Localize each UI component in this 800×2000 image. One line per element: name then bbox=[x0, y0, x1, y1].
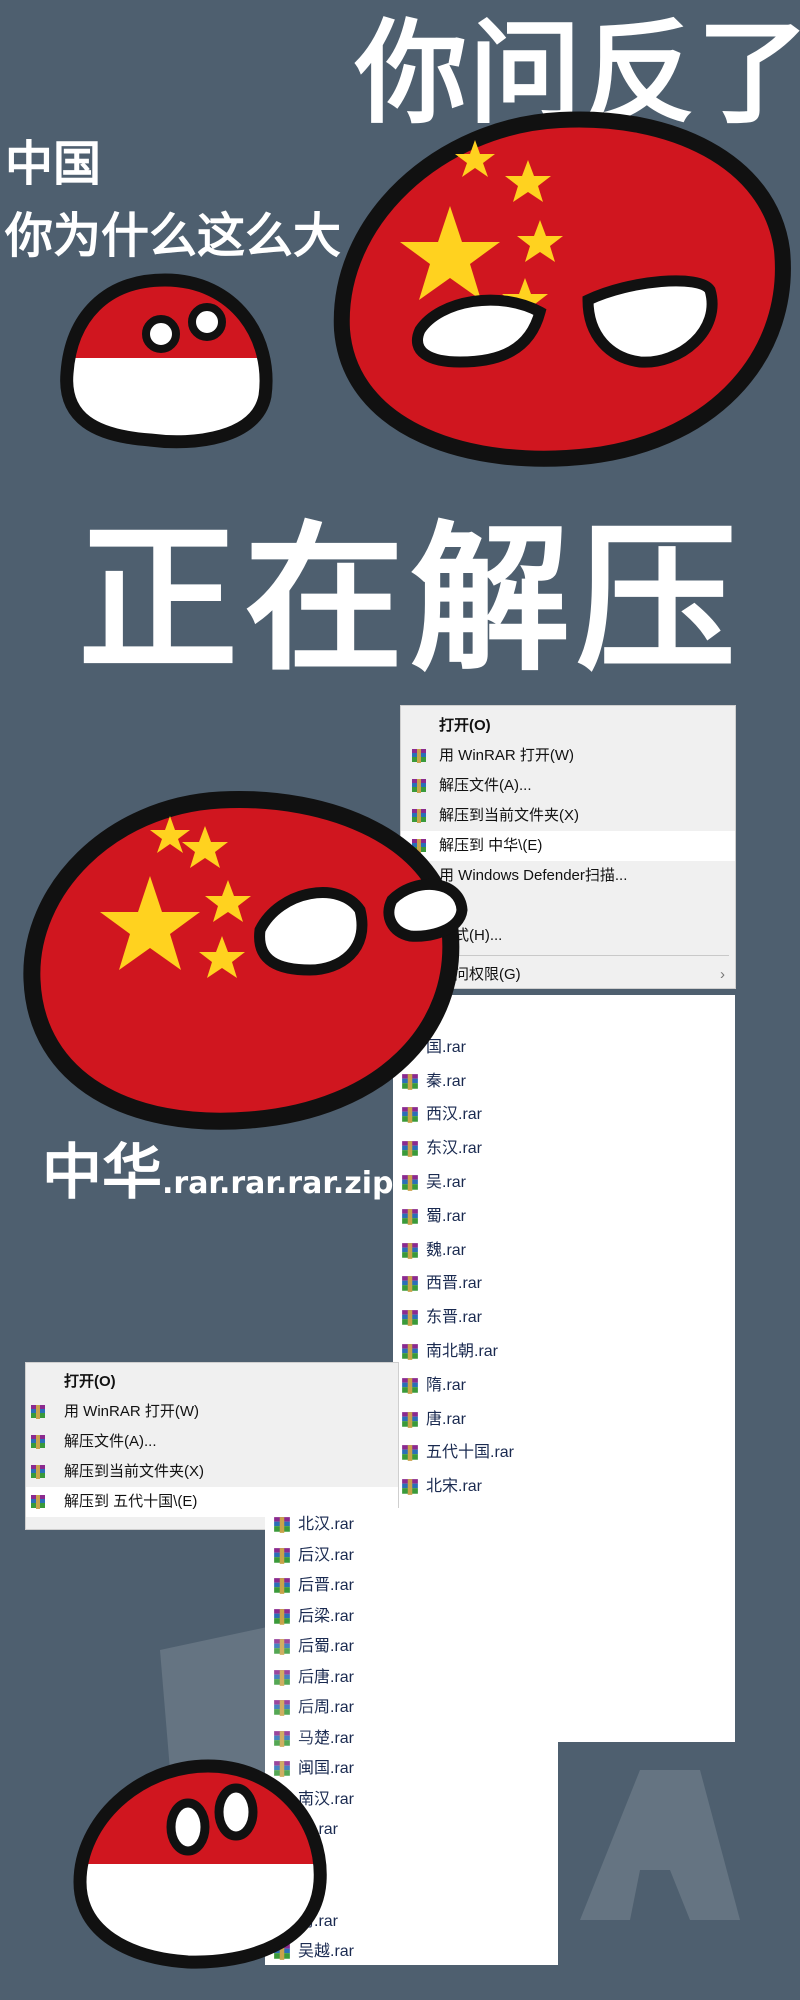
rar-file-item[interactable]: 西晋.rar bbox=[393, 1267, 735, 1301]
question-line-2: 你为什么这么大 bbox=[5, 208, 342, 264]
menu-open[interactable]: 打开(O) bbox=[26, 1367, 398, 1397]
rar-file-icon bbox=[402, 1479, 418, 1496]
menu-label: 打开(O) bbox=[64, 1373, 116, 1390]
ball-name-extension: .rar.rar.rar.zip bbox=[162, 1166, 394, 1201]
rar-file-item[interactable]: 吴.rar bbox=[393, 1166, 735, 1200]
extracting-banner: 正在解压 bbox=[78, 506, 743, 693]
rar-file-name: 五代十国.rar bbox=[426, 1444, 515, 1462]
rar-file-icon bbox=[402, 1276, 418, 1293]
menu-extract-files[interactable]: 解压文件(A)... bbox=[26, 1427, 398, 1457]
rar-file-icon bbox=[402, 1141, 418, 1158]
rar-file-name: 唐.rar bbox=[426, 1410, 467, 1428]
winrar-icon bbox=[31, 1435, 45, 1449]
small-ball-bottom bbox=[73, 1759, 327, 1969]
rar-file-icon bbox=[274, 1547, 290, 1564]
rar-file-icon bbox=[402, 1175, 418, 1191]
menu-label: 打开(O) bbox=[439, 717, 491, 734]
rar-file-item[interactable]: 蜀.rar bbox=[393, 1200, 735, 1234]
menu-label: 解压文件(A)... bbox=[64, 1433, 157, 1450]
menu-open[interactable]: 打开(O) bbox=[401, 711, 735, 741]
rar-file-icon bbox=[402, 1377, 418, 1394]
rar-file-icon bbox=[402, 1445, 418, 1462]
rar-file-name: 魏.rar bbox=[426, 1241, 467, 1259]
rar-file-item[interactable]: 南北朝.rar bbox=[393, 1335, 735, 1369]
menu-open-with-winrar[interactable]: 用 WinRAR 打开(W) bbox=[401, 741, 735, 771]
chevron-right-icon: › bbox=[720, 966, 725, 983]
menu-separator bbox=[437, 955, 729, 956]
menu-label: 解压到当前文件夹(X) bbox=[64, 1463, 204, 1480]
rar-file-name: 西晋.rar bbox=[426, 1275, 483, 1293]
watermark-text: .CN bbox=[360, 1871, 530, 1938]
rar-file-name: 隋.rar bbox=[426, 1376, 467, 1394]
rar-file-item[interactable]: 北宋.rar bbox=[393, 1470, 735, 1504]
small-ball-top bbox=[60, 273, 273, 449]
winrar-icon bbox=[412, 749, 426, 763]
rar-file-item[interactable]: 东晋.rar bbox=[393, 1301, 735, 1335]
rar-file-icon bbox=[402, 1344, 418, 1360]
menu-extract-here[interactable]: 解压到当前文件夹(X) bbox=[26, 1457, 398, 1487]
context-menu-wudai: 打开(O) 用 WinRAR 打开(W) 解压文件(A)... 解压到当前文件夹… bbox=[25, 1362, 399, 1530]
question-line-1: 中国 bbox=[5, 136, 102, 192]
menu-label: 用 WinRAR 打开(W) bbox=[439, 747, 574, 764]
rar-file-icon bbox=[402, 1310, 418, 1327]
rar-file-name: 东晋.rar bbox=[426, 1309, 483, 1327]
rar-file-icon bbox=[402, 1411, 418, 1428]
rar-file-name: 北汉.rar bbox=[298, 1516, 355, 1533]
ball-name-label: 中华.rar.rar.rar.zip bbox=[42, 1143, 393, 1203]
menu-label: 解压到 五代十国\(E) bbox=[64, 1493, 198, 1510]
menu-label: 用 WinRAR 打开(W) bbox=[64, 1403, 199, 1420]
rar-file-item[interactable]: 北汉.rar bbox=[265, 1510, 558, 1541]
menu-open-with-winrar[interactable]: 用 WinRAR 打开(W) bbox=[26, 1397, 398, 1427]
ball-name: 中华 bbox=[42, 1138, 162, 1208]
rar-file-item[interactable]: 后汉.rar bbox=[265, 1541, 558, 1572]
rar-file-item[interactable]: 隋.rar bbox=[393, 1369, 735, 1403]
rar-file-name: 南北朝.rar bbox=[426, 1342, 499, 1360]
winrar-icon bbox=[31, 1495, 45, 1509]
winrar-icon bbox=[31, 1405, 45, 1419]
rar-file-icon bbox=[402, 1242, 418, 1259]
rar-file-name: 后汉.rar bbox=[298, 1546, 355, 1564]
rar-file-item[interactable]: 唐.rar bbox=[393, 1403, 735, 1437]
rar-file-name: 北宋.rar bbox=[426, 1478, 483, 1496]
rar-file-icon bbox=[402, 1208, 418, 1225]
china-ball-angry bbox=[333, 111, 791, 467]
rar-file-name: 东汉.rar bbox=[426, 1140, 483, 1158]
china-ball-side-eye bbox=[23, 790, 468, 1130]
rar-file-name: 蜀.rar bbox=[426, 1207, 467, 1225]
winrar-icon bbox=[31, 1465, 45, 1479]
rar-file-item[interactable]: 五代十国.rar bbox=[393, 1436, 735, 1470]
rar-file-item[interactable]: 魏.rar bbox=[393, 1234, 735, 1268]
rar-file-icon bbox=[274, 1517, 290, 1533]
rar-file-name: 吴.rar bbox=[426, 1173, 467, 1191]
